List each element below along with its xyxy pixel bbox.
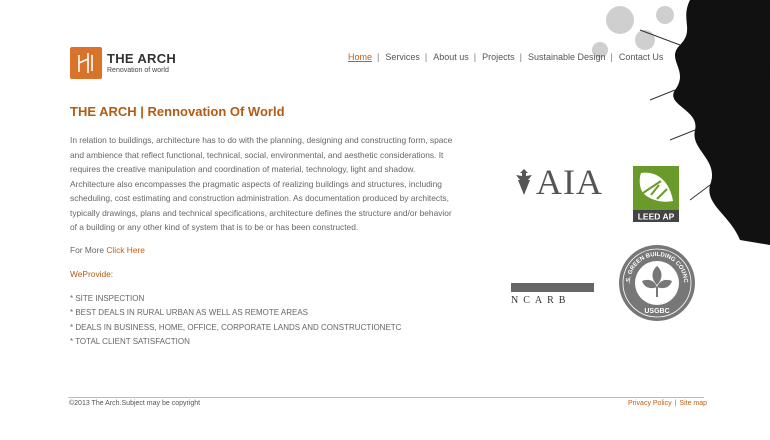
usgbc-logo: U.S. GREEN BUILDING COUNCIL USGBC xyxy=(618,241,695,321)
ncarb-logo: NCARB xyxy=(511,283,594,306)
ncarb-text: NCARB xyxy=(511,295,571,306)
nav-home[interactable]: Home xyxy=(348,52,372,62)
privacy-policy-link[interactable]: Privacy Policy xyxy=(628,400,672,407)
nav-about-us[interactable]: About us xyxy=(433,52,469,62)
nav-contact-us[interactable]: Contact Us xyxy=(619,52,664,62)
click-here-link[interactable]: Click Here xyxy=(106,245,145,255)
more-info: For More Click Here xyxy=(70,245,145,255)
ncarb-bar xyxy=(511,283,594,292)
aia-text: AIA xyxy=(536,162,603,202)
logo-title: THE ARCH xyxy=(107,50,177,66)
logo-subtitle: Renovation of world xyxy=(107,66,169,74)
intro-paragraph: In relation to buildings, architecture h… xyxy=(70,135,453,232)
more-prefix: For More xyxy=(70,245,104,255)
leed-ap-label: LEED AP xyxy=(638,212,675,222)
nav-sustainable-design[interactable]: Sustainable Design xyxy=(528,52,606,62)
nav-services[interactable]: Services xyxy=(385,52,420,62)
page-title: THE ARCH | Rennovation Of World xyxy=(70,104,285,119)
leed-ap-badge: LEED AP xyxy=(629,163,683,225)
footer-links: Privacy Policy | Site map xyxy=(628,400,708,407)
list-item: * SITE INSPECTION xyxy=(70,294,145,303)
main-nav: Home | Services | About us | Projects | Sust… xyxy=(348,52,664,62)
eagle-icon xyxy=(516,169,532,195)
usgbc-label: USGBC xyxy=(644,308,669,315)
copyright-text: ©2013 The Arch.Subject may be copyright xyxy=(69,400,201,407)
list-item: * TOTAL CLIENT SATISFACTION xyxy=(70,337,190,347)
we-provide-heading: WeProvide: xyxy=(70,269,114,279)
site-map-link[interactable]: Site map xyxy=(679,400,707,407)
logo-mark-icon xyxy=(70,47,102,79)
aia-logo: AIA xyxy=(512,162,603,202)
footer-divider xyxy=(68,397,704,398)
services-list: * SITE INSPECTION * BEST DEALS IN RURAL … xyxy=(70,292,401,350)
site-logo[interactable]: THE ARCH Renovation of world xyxy=(70,47,176,79)
nav-projects[interactable]: Projects xyxy=(482,52,515,62)
list-item: * BEST DEALS IN RURAL URBAN AS WELL AS R… xyxy=(70,308,308,318)
list-item: * DEALS IN BUSINESS, HOME, OFFICE, CORPO… xyxy=(70,322,402,332)
